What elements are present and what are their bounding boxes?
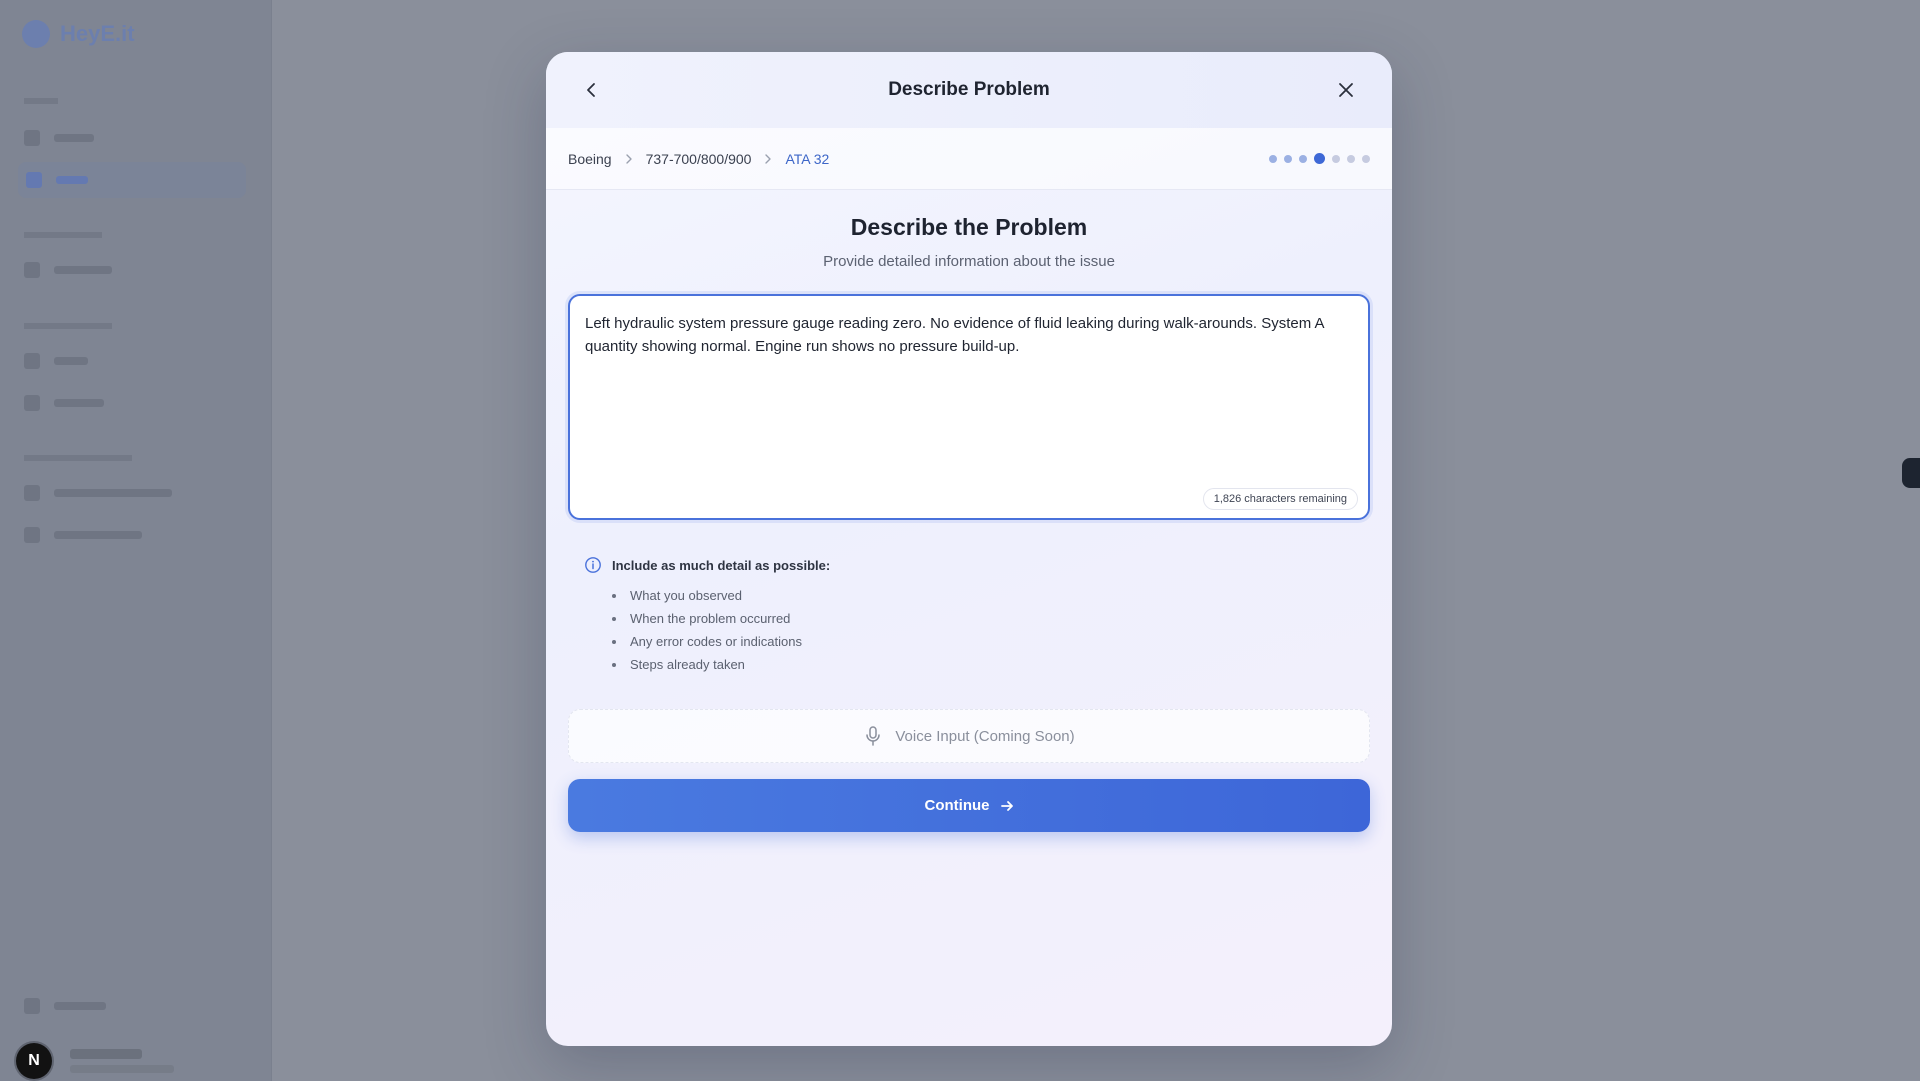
section-heading: Describe the Problem xyxy=(850,214,1088,240)
breadcrumb-bar: Boeing 737-700/800/900 ATA 32 xyxy=(546,128,1392,190)
close-button[interactable] xyxy=(1332,76,1360,104)
breadcrumb-ata-chapter: ATA 32 xyxy=(785,150,830,167)
section-subheading: Provide detailed information about the i… xyxy=(823,253,1115,270)
problem-description-input[interactable] xyxy=(570,296,1368,518)
sidebar-item-reports xyxy=(24,395,104,411)
breadcrumb-manufacturer[interactable]: Boeing xyxy=(568,151,612,167)
reports-icon xyxy=(24,395,40,411)
cases-icon xyxy=(24,130,40,146)
arrow-right-icon xyxy=(1000,800,1013,811)
breadcrumb: Boeing 737-700/800/900 ATA 32 xyxy=(568,151,829,167)
step-dot-current xyxy=(1314,153,1325,164)
sidebar-item-new-case xyxy=(18,162,246,198)
user-chip: N xyxy=(16,1043,174,1079)
user-info xyxy=(70,1049,174,1073)
breadcrumb-model[interactable]: 737-700/800/900 xyxy=(646,151,752,167)
step-dot xyxy=(1284,154,1292,163)
app-logo: HeyE.it xyxy=(22,20,135,48)
voice-input-label: Voice Input (Coming Soon) xyxy=(895,727,1075,745)
chevron-right-icon xyxy=(622,152,636,166)
voice-input-button[interactable]: Voice Input (Coming Soon) xyxy=(568,709,1370,763)
continue-button[interactable]: Continue xyxy=(568,779,1370,832)
avatar: N xyxy=(16,1043,52,1079)
step-indicator xyxy=(1269,153,1370,164)
sidebar-item-user-management xyxy=(24,485,172,501)
modal-title: Describe Problem xyxy=(888,79,1050,100)
sidebar-item-fleet xyxy=(24,353,88,369)
aircraft-icon xyxy=(24,527,40,543)
tips-title: Include as much detail as possible: xyxy=(612,557,831,573)
chevron-left-icon xyxy=(587,83,595,97)
plus-icon xyxy=(26,172,42,188)
tip-item: When the problem occurred xyxy=(612,607,1370,630)
sidebar-item-settings xyxy=(24,998,106,1014)
describe-problem-modal: Describe Problem Boeing 737-700/800/900 … xyxy=(546,52,1392,1046)
back-button[interactable] xyxy=(578,76,606,104)
tips-header: Include as much detail as possible: xyxy=(584,556,1370,574)
step-dot xyxy=(1269,154,1277,163)
users-icon xyxy=(24,485,40,501)
modal-body: Describe the Problem Provide detailed in… xyxy=(546,214,1392,832)
nav-section-admin xyxy=(24,455,132,461)
logo-mark-icon xyxy=(22,20,50,48)
tip-item: Steps already taken xyxy=(612,653,1370,676)
tip-item: Any error codes or indications xyxy=(612,630,1370,653)
tips-box: Include as much detail as possible: What… xyxy=(568,556,1370,676)
tip-item: What you observed xyxy=(612,584,1370,607)
gear-icon xyxy=(24,998,40,1014)
theme-toggle-tab xyxy=(1902,458,1920,488)
nav-section-management xyxy=(24,323,112,329)
modal-header: Describe Problem xyxy=(546,52,1392,128)
close-icon xyxy=(1339,83,1353,97)
problem-textarea-wrapper: 1,826 characters remaining xyxy=(568,294,1370,520)
step-dot xyxy=(1347,154,1355,163)
tips-list: What you observed When the problem occur… xyxy=(584,584,1370,676)
info-icon xyxy=(585,557,601,573)
char-count-badge: 1,826 characters remaining xyxy=(1202,488,1358,510)
fleet-icon xyxy=(24,353,40,369)
chevron-right-icon xyxy=(761,152,775,166)
sidebar-item-cases xyxy=(24,130,94,146)
sidebar: HeyE.it N xyxy=(0,0,272,1081)
microphone-icon xyxy=(866,726,881,746)
sidebar-item-analytics xyxy=(24,262,112,278)
step-dot xyxy=(1362,154,1370,163)
nav-section-analytics xyxy=(24,232,102,238)
step-dot xyxy=(1299,154,1307,163)
step-dot xyxy=(1332,154,1340,163)
sidebar-item-aircraft xyxy=(24,527,142,543)
chart-icon xyxy=(24,262,40,278)
logo-text: HeyE.it xyxy=(60,21,135,46)
nav-section-main xyxy=(24,98,58,104)
continue-label: Continue xyxy=(924,797,990,814)
